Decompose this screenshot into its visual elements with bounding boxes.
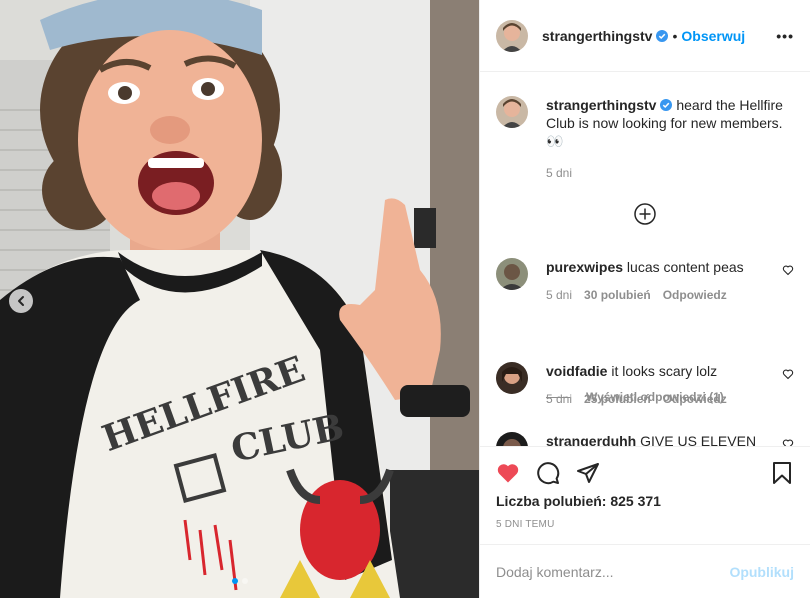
caption-body: strangerthingstv heard the Hellfire Club… (546, 96, 794, 182)
comment-likes[interactable]: 30 polubień (584, 288, 651, 302)
comment-meta: 5 dni 25 polubień Odpowiedz (546, 392, 794, 406)
header-separator: • (672, 27, 678, 44)
post-date: 5 DNI TEMU (496, 519, 555, 530)
post-caption: strangerthingstv heard the Hellfire Club… (496, 96, 794, 182)
carousel-dot-active (231, 578, 238, 584)
header-user-info: strangerthingstv • Obserwuj (542, 28, 745, 44)
comment-text: it looks scary lolz (611, 363, 718, 379)
comment-icon[interactable] (536, 461, 560, 485)
comment-item: purexwipes lucas content peas 5 dni 30 p… (496, 258, 794, 302)
comment-time: 5 dni (546, 288, 573, 302)
bookmark-icon[interactable] (770, 461, 794, 485)
plus-circle-icon[interactable] (633, 202, 657, 226)
comment-text: GIVE US ELEVEN (640, 433, 757, 446)
comments-section: strangerthingstv heard the Hellfire Club… (480, 72, 810, 446)
comment-item: strangerduhh GIVE US ELEVEN (496, 432, 794, 446)
comment-username[interactable]: purexwipes (546, 259, 623, 275)
comment-username[interactable]: voidfadie (546, 363, 607, 379)
likes-count[interactable]: Liczba polubień: 825 371 (480, 493, 810, 509)
comment-username[interactable]: strangerduhh (546, 433, 636, 446)
previous-photo-button[interactable] (9, 289, 33, 313)
comment-input[interactable] (496, 563, 730, 580)
more-options-icon[interactable]: ••• (776, 28, 794, 44)
comment-like-heart-icon[interactable] (782, 438, 794, 446)
header-username[interactable]: strangerthingstv (542, 28, 652, 44)
carousel-indicator (0, 578, 479, 584)
comment-meta: 5 dni 30 polubień Odpowiedz (546, 288, 794, 302)
comment-avatar[interactable] (496, 258, 528, 290)
caption-time: 5 dni (546, 166, 573, 180)
publish-button[interactable]: Opublikuj (729, 564, 794, 580)
comment-avatar[interactable] (496, 432, 528, 446)
caption-avatar[interactable] (496, 96, 528, 128)
comment-body: voidfadie it looks scary lolz 5 dni 25 p… (546, 362, 794, 406)
action-icons-row (480, 447, 810, 491)
comment-like-heart-icon[interactable] (782, 368, 794, 380)
comment-avatar[interactable] (496, 362, 528, 394)
post-side-panel: strangerthingstv • Obserwuj ••• stranger… (479, 0, 810, 598)
post-header: strangerthingstv • Obserwuj ••• (480, 0, 810, 72)
instagram-post: HELLFIRE CLUB strangerthingstv • Obserwu… (0, 0, 810, 598)
follow-button[interactable]: Obserwuj (681, 28, 745, 44)
comment-body: purexwipes lucas content peas 5 dni 30 p… (546, 258, 794, 302)
heart-filled-icon[interactable] (496, 461, 520, 485)
comment-like-heart-icon[interactable] (782, 264, 794, 276)
reply-button[interactable]: Odpowiedz (663, 392, 727, 406)
comment-text: lucas content peas (626, 259, 744, 275)
carousel-dot (241, 578, 248, 584)
add-comment-bar: Opublikuj (480, 544, 810, 598)
comment-body: strangerduhh GIVE US ELEVEN (546, 432, 794, 446)
post-photo[interactable]: HELLFIRE CLUB (0, 0, 479, 598)
avatar[interactable] (496, 19, 528, 52)
selfie-image: HELLFIRE CLUB (0, 0, 479, 598)
post-actions: Liczba polubień: 825 371 5 DNI TEMU Opub… (480, 446, 810, 598)
verified-badge-icon (660, 99, 673, 111)
chevron-left-icon (18, 296, 24, 306)
comment-time: 5 dni (546, 392, 573, 406)
comment-likes[interactable]: 25 polubień (584, 392, 651, 406)
reply-button[interactable]: Odpowiedz (663, 288, 727, 302)
verified-badge-icon (656, 29, 669, 42)
send-icon[interactable] (576, 461, 600, 485)
comment-item: voidfadie it looks scary lolz 5 dni 25 p… (496, 362, 794, 406)
caption-username[interactable]: strangerthingstv (546, 97, 656, 113)
